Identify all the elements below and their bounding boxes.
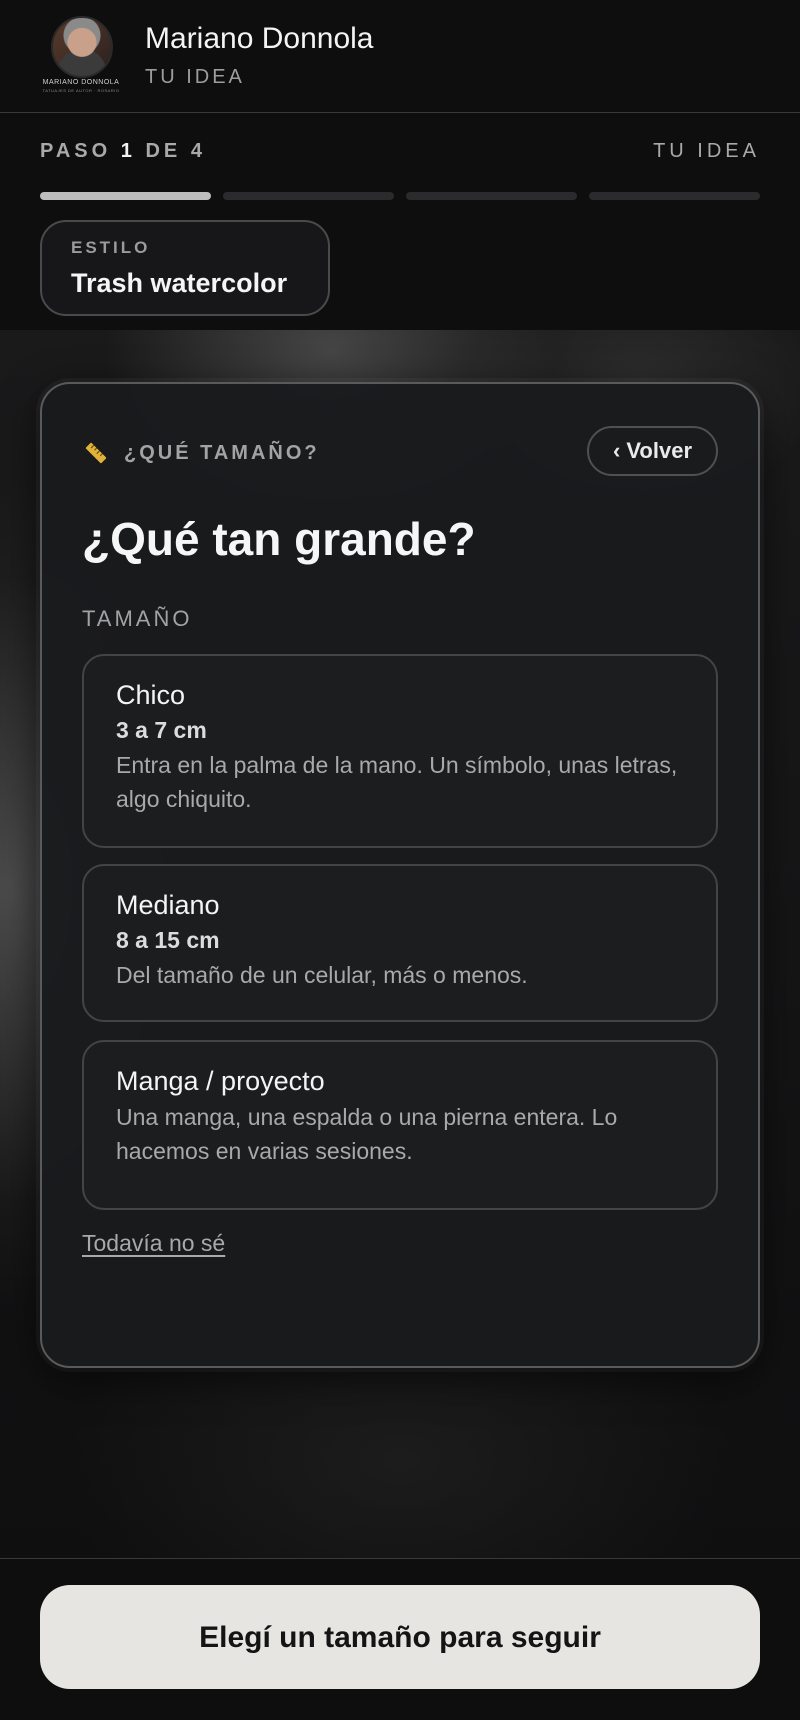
card-header: ¿QUÉ TAMAÑO? [84,438,320,468]
footer-bar: Elegí un tamaño para seguir [0,1558,800,1720]
avatar [51,16,113,78]
app-header: MARIANO DONNOLA TATUAJES DE AUTOR · ROSA… [0,0,800,113]
size-option-chico[interactable]: Chico 3 a 7 cm Entra en la palma de la m… [82,654,718,848]
style-chip[interactable]: ESTILO Trash watercolor [40,220,330,316]
step-middle: DE [145,140,182,162]
style-chip-label: ESTILO [71,238,151,257]
option-size: 8 a 15 cm [116,927,220,953]
brand-subtitle: TU IDEA [145,66,245,88]
option-name: Manga / proyecto [116,1066,325,1096]
step-prefix: PASO [40,140,112,162]
card-kicker: ¿QUÉ TAMAÑO? [124,441,320,464]
option-description: Una manga, una espalda o una pierna ente… [116,1104,618,1164]
step-total: 4 [190,140,206,162]
option-size: 3 a 7 cm [116,717,207,743]
not-sure-link[interactable]: Todavía no sé [82,1230,225,1257]
brand-name: Mariano Donnola [145,22,374,55]
continue-button[interactable]: Elegí un tamaño para seguir [40,1585,760,1689]
brand-logo[interactable]: MARIANO DONNOLA TATUAJES DE AUTOR · ROSA… [40,14,122,98]
progress-segment-4 [589,192,760,200]
option-description: Del tamaño de un celular, más o menos. [116,962,528,988]
size-option-manga-proyecto[interactable]: Manga / proyecto Una manga, una espalda … [82,1040,718,1210]
step-counter: PASO 1 DE 4 [40,140,206,163]
option-name: Chico [116,680,186,710]
ruler-icon [85,442,107,464]
logo-caption: MARIANO DONNOLA TATUAJES DE AUTOR · ROSA… [40,79,122,95]
step-current: 1 [120,140,136,162]
progress-segment-2 [223,192,394,200]
step-indicator: PASO 1 DE 4 TU IDEA [40,140,760,164]
size-question-card: ¿QUÉ TAMAÑO? ‹ Volver ¿Qué tan grande? T… [40,382,760,1368]
logo-caption-sub: TATUAJES DE AUTOR · ROSARIO [42,88,120,93]
option-name: Mediano [116,890,220,920]
size-field-label: TAMAÑO [82,606,193,631]
progress-segment-3 [406,192,577,200]
progress-segment-1 [40,192,211,200]
option-description: Entra en la palma de la mano. Un símbolo… [116,752,678,812]
style-chip-value: Trash watercolor [71,268,288,298]
back-button[interactable]: ‹ Volver [586,426,718,476]
card-title: ¿Qué tan grande? [82,513,476,565]
step-section-name: TU IDEA [653,140,760,162]
page: MARIANO DONNOLA TATUAJES DE AUTOR · ROSA… [0,0,800,1720]
size-option-mediano[interactable]: Mediano 8 a 15 cm Del tamaño de un celul… [82,864,718,1022]
progress-bar [40,192,760,200]
logo-caption-name: MARIANO DONNOLA [42,79,120,86]
